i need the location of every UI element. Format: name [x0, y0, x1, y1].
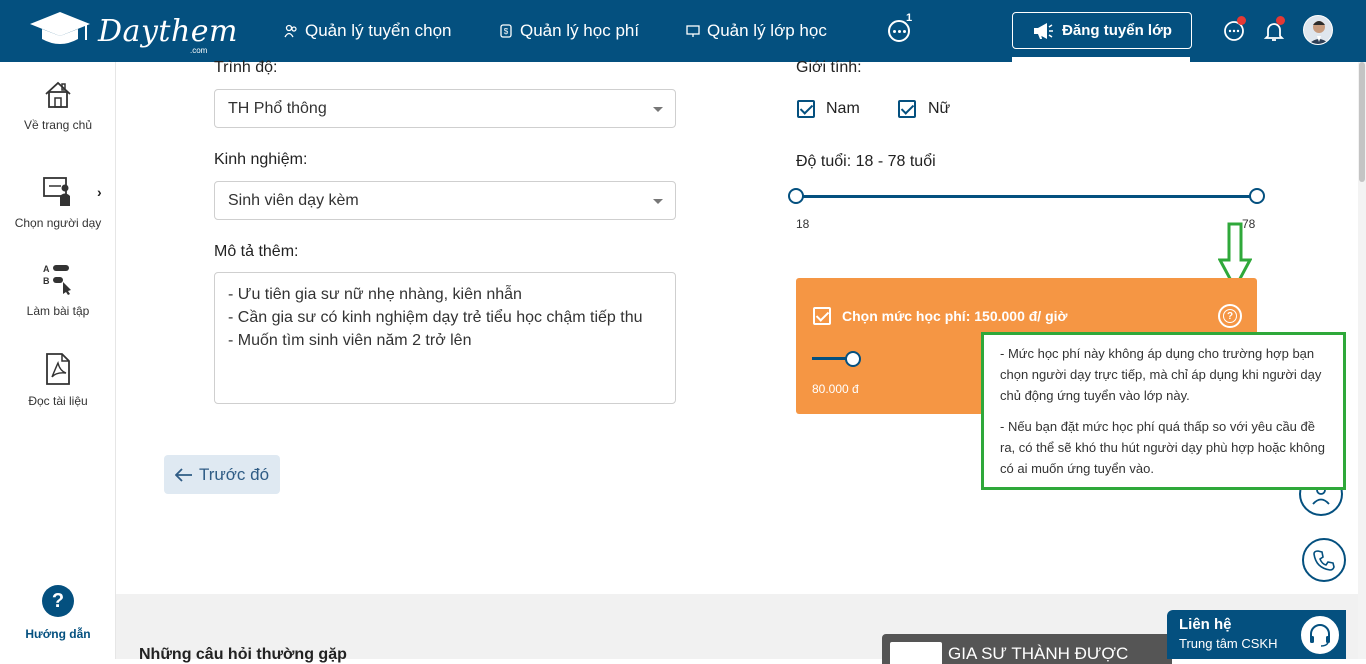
help-icon: ?: [42, 585, 74, 617]
phone-button[interactable]: [1302, 538, 1346, 582]
user-avatar[interactable]: [1303, 15, 1333, 45]
chat-badge: [1237, 16, 1246, 25]
promo-banner[interactable]: GIA SƯ THÀNH ĐƯỢC: [882, 634, 1172, 664]
gender-male-label: Nam: [826, 100, 860, 117]
pdf-icon: [46, 353, 70, 385]
board-icon: [686, 25, 700, 37]
promo-text: GIA SƯ THÀNH ĐƯỢC: [948, 644, 1129, 663]
quiz-icon: AB: [43, 264, 71, 295]
age-slider-track[interactable]: [796, 195, 1257, 198]
avatar-image: [1308, 21, 1330, 44]
sidebar-item-label: Làm bài tập: [26, 304, 90, 318]
post-button-label: Đăng tuyển lớp: [1062, 22, 1172, 39]
phone-icon: [1313, 550, 1335, 571]
sidebar-item-home[interactable]: Về trang chủ: [0, 80, 116, 132]
age-label: Độ tuổi: 18 - 78 tuổi: [796, 153, 936, 171]
experience-label: Kinh nghiệm:: [214, 151, 308, 168]
question-icon[interactable]: ?: [1218, 304, 1242, 328]
tooltip-paragraph-2: - Nếu bạn đặt mức học phí quá thấp so vớ…: [1000, 419, 1325, 476]
faq-heading: Những câu hỏi thường gặp: [139, 646, 347, 663]
help-label: Hướng dẫn: [25, 627, 91, 641]
tooltip-paragraph-1: - Mức học phí này không áp dụng cho trườ…: [1000, 346, 1322, 403]
fee-checkbox[interactable]: [813, 307, 831, 325]
logo-sub: .com: [190, 46, 208, 55]
sidebar-item-choose-teacher[interactable]: Chọn người dạy: [0, 174, 116, 230]
bell-badge: [1276, 16, 1285, 25]
main-content: Trình độ: TH Phổ thông Kinh nghiệm: Sinh…: [116, 59, 1366, 664]
nav-label: Quản lý lớp học: [707, 21, 827, 40]
nav-recruitment[interactable]: Quản lý tuyển chọn: [284, 21, 451, 41]
gender-male-checkbox[interactable]: [797, 100, 815, 118]
fee-slider-handle[interactable]: [845, 351, 861, 367]
chevron-down-icon: [653, 107, 663, 112]
headset-icon: [1299, 614, 1341, 656]
nav-classes[interactable]: Quản lý lớp học: [686, 21, 827, 41]
age-value: 18 - 78 tuổi: [855, 153, 936, 170]
gender-female-label: Nữ: [928, 100, 951, 117]
post-class-button[interactable]: Đăng tuyển lớp: [1012, 12, 1192, 49]
scrollbar-thumb[interactable]: [1359, 62, 1365, 182]
page-scrollbar[interactable]: [1358, 62, 1366, 659]
age-max-handle[interactable]: [1249, 188, 1265, 204]
money-icon: $: [500, 24, 512, 38]
fee-title-value: 150.000 đ/ giờ: [974, 308, 1068, 324]
teacher-icon: [43, 177, 70, 206]
level-value: TH Phổ thông: [228, 100, 327, 117]
sidebar-item-label: Đọc tài liệu: [28, 394, 88, 408]
fee-tooltip: - Mức học phí này không áp dụng cho trườ…: [981, 332, 1346, 490]
gender-label: Giới tính:: [796, 59, 862, 76]
chevron-right-icon[interactable]: ›: [97, 184, 102, 200]
fee-title-prefix: Chọn mức học phí:: [842, 308, 971, 324]
previous-button[interactable]: Trước đó: [164, 455, 280, 494]
nav-fees[interactable]: $ Quản lý học phí: [499, 21, 639, 41]
arrow-left-icon: [174, 467, 192, 482]
promo-logo: [890, 642, 942, 664]
nav-label: Quản lý tuyển chọn: [305, 21, 452, 40]
svg-text:A: A: [43, 264, 50, 274]
contact-widget[interactable]: Liên hệ Trung tâm CSKH: [1167, 610, 1346, 659]
sidebar-item-documents[interactable]: Đọc tài liệu: [0, 352, 116, 408]
experience-select[interactable]: Sinh viên dạy kèm: [214, 181, 676, 220]
sidebar: Về trang chủ Chọn người dạy › AB Làm bài…: [0, 62, 116, 659]
experience-value: Sinh viên dạy kèm: [228, 192, 359, 209]
footer-section: Những câu hỏi thường gặp GIA SƯ THÀNH ĐƯ…: [116, 594, 1366, 664]
svg-text:B: B: [43, 276, 50, 286]
megaphone-icon: [1034, 22, 1054, 39]
sidebar-item-label: Về trang chủ: [23, 118, 93, 132]
previous-button-label: Trước đó: [198, 464, 270, 484]
fee-title: Chọn mức học phí: 150.000 đ/ giờ: [842, 308, 1067, 324]
level-select[interactable]: TH Phổ thông: [214, 89, 676, 128]
logo-text: Daythem: [98, 14, 238, 49]
users-icon: [284, 24, 297, 38]
description-textarea[interactable]: - Ưu tiên gia sư nữ nhẹ nhàng, kiên nhẫn…: [214, 272, 676, 404]
top-navigation-bar: Daythem .com Quản lý tuyển chọn $ Quản l…: [0, 0, 1366, 62]
question-icon-glyph: ?: [1223, 309, 1237, 323]
daythem-logo[interactable]: Daythem .com: [28, 10, 237, 55]
level-label: Trình độ:: [214, 59, 278, 76]
help-link[interactable]: ? Hướng dẫn: [0, 585, 116, 641]
nav-label: Quản lý học phí: [520, 21, 640, 40]
notification-count: 1: [906, 12, 913, 24]
chevron-down-icon: [653, 199, 663, 204]
fee-min-value: 80.000 đ: [812, 382, 859, 396]
sidebar-item-label: Chọn người dạy: [14, 216, 102, 230]
description-label: Mô tả thêm:: [214, 243, 299, 260]
svg-text:$: $: [504, 27, 509, 36]
sidebar-item-exercises[interactable]: AB Làm bài tập: [0, 262, 116, 318]
age-min-handle[interactable]: [788, 188, 804, 204]
graduation-cap-icon: [30, 12, 90, 44]
home-icon: [45, 81, 71, 108]
gender-female-checkbox[interactable]: [898, 100, 916, 118]
age-min-value: 18: [796, 217, 810, 231]
age-label-text: Độ tuổi:: [796, 153, 852, 170]
